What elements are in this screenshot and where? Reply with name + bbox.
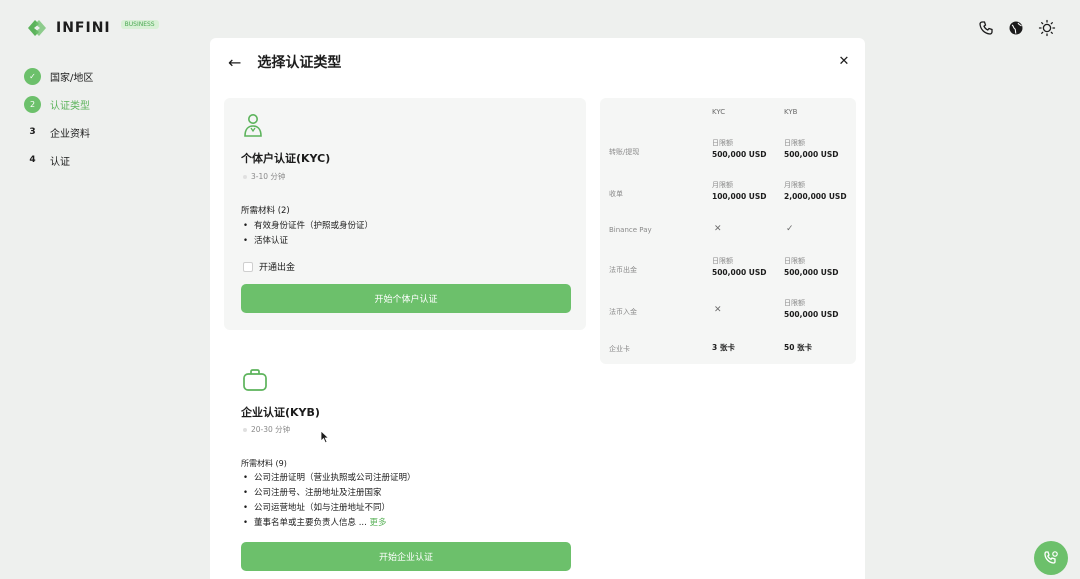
limit-value: 500,000 USD — [712, 150, 767, 159]
limit-type: 日限额 — [784, 139, 805, 147]
kyc-time: 3-10 分钟 — [243, 171, 285, 182]
table-cell: 日限额 500,000 USD — [712, 256, 767, 278]
kyb-card: 企业认证(KYB) 20-30 分钟 所需材料 (9) 公司注册证明（营业执照或… — [224, 356, 586, 579]
limit-value: 2,000,000 USD — [784, 192, 847, 201]
kyc-time-text: 3-10 分钟 — [251, 172, 286, 181]
mouse-cursor-icon — [320, 430, 330, 444]
table-cell: 50 张卡 — [784, 342, 812, 353]
person-icon — [244, 114, 262, 137]
kyb-requirements-list: 公司注册证明（营业执照或公司注册证明） 公司注册号、注册地址及注册国家 公司运营… — [243, 471, 416, 531]
step-company-info[interactable]: 3 企业资料 — [24, 118, 93, 146]
limit-value: 100,000 USD — [712, 192, 767, 201]
limit-type: 日限额 — [712, 257, 733, 265]
clock-icon — [243, 427, 247, 432]
cross-icon: ✕ — [714, 224, 722, 234]
brand-logo: INFINI BUSINESS — [24, 16, 159, 40]
start-kyb-button[interactable]: 开始企业认证 — [241, 542, 571, 571]
step-country[interactable]: ✓ 国家/地区 — [24, 62, 93, 90]
limit-type: 日限额 — [784, 257, 805, 265]
kyc-requirements-list: 有效身份证件（护照或身份证） 活体认证 — [243, 219, 373, 249]
limit-value: 500,000 USD — [712, 268, 767, 277]
clock-icon — [243, 174, 247, 179]
limit-value: 500,000 USD — [784, 310, 839, 319]
list-item: 有效身份证件（护照或身份证） — [243, 219, 373, 234]
kyb-title: 企业认证(KYB) — [241, 406, 320, 419]
list-item: 活体认证 — [243, 234, 373, 249]
checkbox-label: 开通出金 — [259, 263, 296, 273]
start-kyc-button[interactable]: 开始个体户认证 — [241, 284, 571, 313]
limit-type: 日限额 — [712, 139, 733, 147]
step-auth-type[interactable]: 2 认证类型 — [24, 90, 93, 118]
kyb-time-text: 20-30 分钟 — [251, 425, 291, 434]
step-number: 3 — [29, 127, 36, 137]
top-toolbar — [978, 19, 1056, 37]
check-icon: ✓ — [786, 224, 794, 234]
briefcase-icon — [243, 369, 267, 391]
table-cell: 日限额 500,000 USD — [784, 256, 839, 278]
table-cell: 日限额 500,000 USD — [712, 138, 767, 160]
auth-type-panel: ← 选择认证类型 ✕ 个体户认证(KYC) 3-10 分钟 所需材料 (2) 有… — [210, 38, 865, 579]
list-item-text: 董事名单或主要负责人信息 ... — [254, 518, 367, 528]
kyc-card: 个体户认证(KYC) 3-10 分钟 所需材料 (2) 有效身份证件（护照或身份… — [224, 98, 586, 330]
close-button[interactable]: ✕ — [833, 50, 855, 72]
list-item: 董事名单或主要负责人信息 ... 更多 — [243, 516, 416, 531]
table-cell: 3 张卡 — [712, 342, 735, 353]
step-number: 2 — [24, 95, 41, 113]
limit-type: 月限额 — [784, 181, 805, 189]
column-header-kyc: KYC — [712, 108, 726, 116]
kyc-title: 个体户认证(KYC) — [241, 152, 331, 165]
kyb-requirements-title: 所需材料 (9) — [241, 459, 287, 468]
step-label: 企业资料 — [50, 128, 90, 140]
limit-type: 月限额 — [712, 181, 733, 189]
row-label: 法币出金 — [609, 266, 637, 274]
kyc-requirements-title: 所需材料 (2) — [241, 206, 290, 216]
kyb-time: 20-30 分钟 — [243, 424, 290, 435]
row-label: 收单 — [609, 190, 623, 198]
step-label: 国家/地区 — [50, 72, 94, 84]
limit-value: 3 张卡 — [712, 343, 735, 352]
limit-value: 500,000 USD — [784, 268, 839, 277]
panel-header: ← 选择认证类型 — [228, 52, 341, 72]
more-link[interactable]: 更多 — [370, 518, 387, 528]
phone-icon[interactable] — [978, 20, 994, 36]
step-verify[interactable]: 4 认证 — [24, 146, 93, 174]
globe-icon[interactable] — [1008, 20, 1024, 36]
row-label: 法币入金 — [609, 308, 637, 316]
cross-icon: ✕ — [714, 305, 722, 315]
row-label: 转账/提现 — [609, 148, 640, 156]
list-item: 公司注册号、注册地址及注册国家 — [243, 486, 416, 501]
limit-value: 50 张卡 — [784, 343, 813, 352]
table-cell: 日限额 500,000 USD — [784, 138, 839, 160]
page-title: 选择认证类型 — [257, 55, 342, 71]
enable-withdraw-checkbox[interactable] — [243, 261, 253, 272]
step-number: 4 — [29, 155, 36, 165]
limit-type: 日限额 — [784, 299, 805, 307]
step-label: 认证类型 — [50, 100, 90, 112]
row-label: 企业卡 — [609, 345, 630, 353]
support-chat-button[interactable] — [1034, 541, 1068, 575]
limit-value: 500,000 USD — [784, 150, 839, 159]
step-label: 认证 — [50, 156, 70, 168]
column-header-kyb: KYB — [784, 108, 798, 116]
theme-sun-icon[interactable] — [1038, 19, 1056, 37]
brand-name: INFINI — [56, 20, 111, 36]
row-label: Binance Pay — [609, 226, 652, 234]
infini-logo-icon — [28, 20, 46, 36]
step-list: ✓ 国家/地区 2 认证类型 3 企业资料 4 认证 — [24, 62, 93, 174]
back-arrow-icon[interactable]: ← — [228, 53, 241, 72]
list-item: 公司注册证明（营业执照或公司注册证明） — [243, 471, 416, 486]
brand-badge: BUSINESS — [120, 19, 159, 29]
list-item: 公司运营地址（如与注册地址不同） — [243, 501, 416, 516]
step-done-check-icon: ✓ — [24, 67, 41, 85]
enable-withdraw-option[interactable]: 开通出金 — [243, 260, 295, 273]
table-cell: 日限额 500,000 USD — [784, 298, 839, 320]
support-headset-icon — [1044, 551, 1058, 564]
kyc-kyb-comparison-table: KYC KYB 转账/提现 日限额 500,000 USD 日限额 500,00… — [600, 98, 856, 364]
table-cell: 月限额 2,000,000 USD — [784, 180, 847, 202]
table-cell: 月限额 100,000 USD — [712, 180, 767, 202]
